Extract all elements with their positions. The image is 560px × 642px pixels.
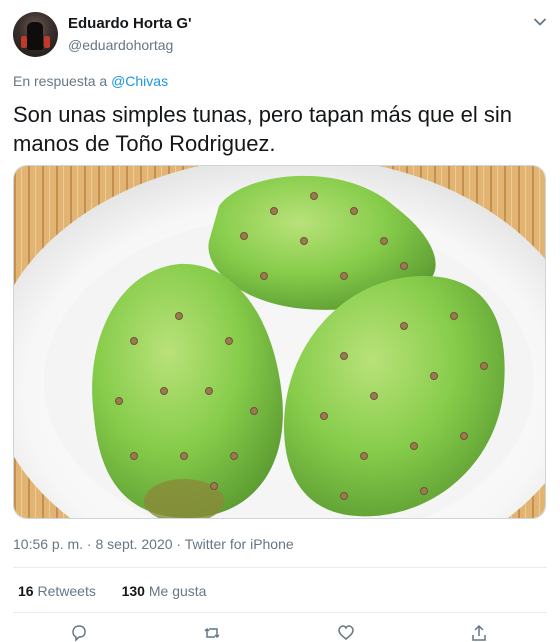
tweet-actions xyxy=(0,620,560,642)
reply-icon[interactable] xyxy=(70,624,88,642)
divider xyxy=(13,567,547,568)
reply-context: En respuesta a @Chivas xyxy=(13,73,168,89)
author-handle[interactable]: @eduardohortag xyxy=(68,37,173,53)
chevron-down-icon[interactable] xyxy=(532,14,548,30)
reply-prefix: En respuesta a xyxy=(13,73,108,89)
tweet-text: Son unas simples tunas, pero tapan más q… xyxy=(13,102,512,156)
heart-icon[interactable] xyxy=(337,624,355,642)
avatar[interactable] xyxy=(13,12,58,57)
likes-count[interactable]: 130 xyxy=(122,583,145,599)
share-icon[interactable] xyxy=(470,624,488,642)
retweet-icon[interactable] xyxy=(203,624,221,642)
tweet-stats: 16 Retweets 130 Me gusta xyxy=(18,583,206,599)
likes-label[interactable]: Me gusta xyxy=(149,583,207,599)
retweets-count[interactable]: 16 xyxy=(18,583,34,599)
author-name[interactable]: Eduardo Horta G' xyxy=(68,15,192,32)
divider xyxy=(13,612,547,613)
tweet-photo[interactable] xyxy=(13,165,546,519)
reply-mention-link[interactable]: @Chivas xyxy=(111,73,168,89)
retweets-label[interactable]: Retweets xyxy=(37,583,95,599)
tweet-timestamp[interactable]: 10:56 p. m. · 8 sept. 2020 · Twitter for… xyxy=(13,536,294,552)
